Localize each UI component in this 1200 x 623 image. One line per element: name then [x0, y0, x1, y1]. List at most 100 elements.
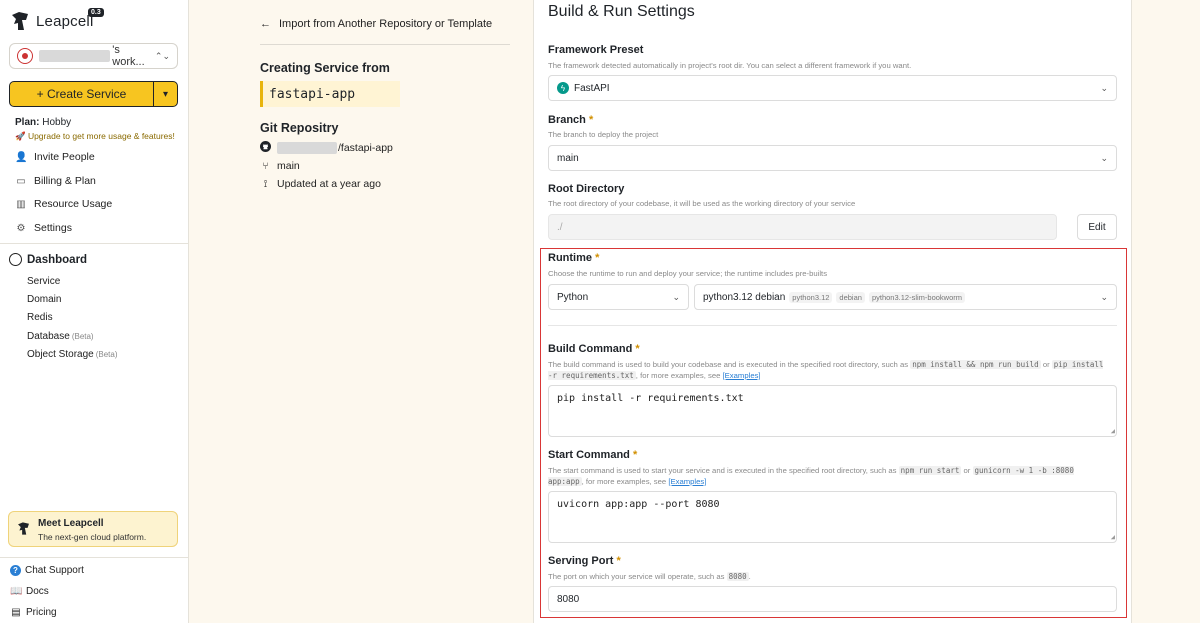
user-plus-icon: 👤: [15, 151, 28, 163]
beta-badge: (Beta): [71, 332, 94, 341]
framework-select[interactable]: ϟ FastAPI ⌄: [548, 75, 1117, 101]
required-mark: *: [632, 449, 638, 461]
repo-link[interactable]: /fastapi-app: [260, 141, 393, 155]
build-command-input[interactable]: pip install -r requirements.txt ◢: [548, 385, 1117, 437]
docs-link[interactable]: 📖 Docs: [10, 586, 49, 597]
section-divider: [548, 325, 1117, 326]
build-command-label: Build Command *: [548, 343, 640, 355]
serving-port-label-text: Serving Port: [548, 555, 614, 567]
start-command-value: uvicorn app:app --port 8080: [557, 499, 720, 510]
branch-value: main: [557, 152, 579, 164]
arrow-left-icon: ←: [260, 18, 271, 30]
framework-value: FastAPI: [574, 82, 610, 94]
footer-label: Chat Support: [25, 565, 84, 576]
git-commit-icon: ⟟: [263, 178, 268, 190]
repo-owner-redacted: [277, 142, 337, 154]
github-icon: [260, 141, 271, 155]
upgrade-link[interactable]: 🚀 Upgrade to get more usage & features!: [15, 131, 175, 142]
required-mark: *: [635, 343, 640, 355]
chevron-down-icon: ▾: [162, 88, 169, 100]
pricing-link[interactable]: ▤ Pricing: [10, 607, 56, 618]
sidebar-item-redis[interactable]: Redis: [27, 312, 53, 323]
required-mark: *: [616, 555, 621, 567]
bar-chart-icon: ▥: [16, 198, 26, 210]
start-command-help: The start command is used to start your …: [548, 465, 1108, 487]
sidebar-item-domain[interactable]: Domain: [27, 294, 61, 305]
dashboard-label: Dashboard: [27, 253, 88, 266]
help-text: or: [963, 466, 971, 475]
help-icon: ?: [10, 565, 21, 576]
workspace-selector[interactable]: 's work... ⌃⌄: [9, 43, 178, 69]
plan-value: Hobby: [42, 117, 72, 128]
branch-label: Branch *: [548, 114, 593, 126]
start-command-label-text: Start Command: [548, 449, 630, 461]
serving-port-input[interactable]: 8080: [548, 586, 1117, 612]
dashboard-title[interactable]: Dashboard: [9, 253, 87, 266]
create-service-button[interactable]: + Create Service: [10, 82, 153, 106]
chat-support-link[interactable]: ? Chat Support: [10, 565, 84, 576]
beta-badge: (Beta): [95, 350, 118, 359]
sidebar: Leapcell 0.3 's work... ⌃⌄ + Create Serv…: [0, 0, 189, 623]
nav-label: Settings: [34, 222, 72, 234]
nav-invite-people[interactable]: 👤 Invite People: [15, 151, 95, 163]
build-command-help: The build command is used to build your …: [548, 359, 1108, 381]
help-text: or: [1042, 360, 1050, 369]
branch-select[interactable]: main ⌄: [548, 145, 1117, 171]
code-example: 8080: [726, 572, 749, 581]
build-command-value: pip install -r requirements.txt: [557, 393, 744, 404]
plan-info: Plan: Hobby: [15, 117, 71, 128]
runtime-image-select[interactable]: python3.12 debian python3.12 debian pyth…: [694, 284, 1117, 310]
edit-root-button[interactable]: Edit: [1077, 214, 1117, 240]
branch-name: main: [277, 160, 300, 172]
create-dropdown-button[interactable]: ▾: [153, 82, 177, 106]
sidebar-item-service[interactable]: Service: [27, 276, 60, 287]
serving-port-help: The port on which your service will oper…: [548, 572, 751, 581]
resize-handle-icon[interactable]: ◢: [1111, 533, 1115, 541]
branch-info: ⑂ main: [260, 160, 300, 172]
meet-leapcell-card[interactable]: Meet Leapcell The next-gen cloud platfor…: [8, 511, 178, 547]
sidebar-item-database[interactable]: Database (Beta): [27, 331, 94, 342]
start-command-label: Start Command *: [548, 449, 637, 461]
meet-title: Meet Leapcell: [38, 518, 104, 529]
receipt-icon: ▤: [11, 607, 21, 618]
help-text: , for more examples, see: [635, 371, 721, 380]
runtime-label: Runtime *: [548, 252, 599, 264]
start-command-input[interactable]: uvicorn app:app --port 8080 ◢: [548, 491, 1117, 543]
nav-label: Resource Usage: [34, 198, 113, 210]
book-icon: 📖: [10, 586, 23, 597]
brand[interactable]: Leapcell 0.3: [9, 8, 104, 32]
back-link[interactable]: ← Import from Another Repository or Temp…: [260, 18, 492, 30]
leapcell-logo-icon: [18, 522, 29, 535]
updated-info: ⟟ Updated at a year ago: [260, 178, 381, 190]
runtime-tag: python3.12-slim-bookworm: [868, 291, 965, 303]
chevron-down-icon: ⌄: [672, 291, 680, 302]
serving-port-value: 8080: [557, 593, 580, 605]
examples-link[interactable]: [Examples]: [668, 477, 706, 486]
root-directory-help: The root directory of your codebase, it …: [548, 199, 856, 208]
build-run-settings-panel: Build & Run Settings Framework Preset Th…: [533, 0, 1132, 623]
sidebar-item-object-storage[interactable]: Object Storage (Beta): [27, 349, 118, 360]
branch-help: The branch to deploy the project: [548, 130, 659, 139]
nav-resource-usage[interactable]: ▥ Resource Usage: [15, 198, 112, 210]
runtime-language-select[interactable]: Python ⌄: [548, 284, 689, 310]
sidebar-item-label: Object Storage: [27, 349, 94, 360]
avatar: [17, 48, 33, 64]
page-title: Build & Run Settings: [548, 3, 695, 20]
leapcell-logo-icon: [12, 12, 28, 30]
help-text: The start command is used to start your …: [548, 466, 897, 475]
wallet-icon: ▭: [16, 175, 26, 187]
runtime-label-text: Runtime: [548, 252, 592, 264]
runtime-help: Choose the runtime to run and deploy you…: [548, 269, 828, 278]
framework-help: The framework detected automatically in …: [548, 61, 912, 70]
examples-link[interactable]: [Examples]: [723, 371, 761, 380]
create-service-button-group: + Create Service ▾: [9, 81, 178, 107]
nav-billing-plan[interactable]: ▭ Billing & Plan: [15, 175, 96, 187]
resize-handle-icon[interactable]: ◢: [1111, 427, 1115, 435]
help-text: , for more examples, see: [581, 477, 667, 486]
chevron-down-icon: ⌄: [1100, 291, 1108, 302]
git-branch-icon: ⑂: [262, 160, 269, 172]
chevron-updown-icon: ⌃⌄: [154, 50, 170, 61]
sidebar-divider: [0, 243, 189, 244]
version-badge: 0.3: [88, 8, 104, 17]
nav-settings[interactable]: ⚙ Settings: [15, 222, 72, 234]
